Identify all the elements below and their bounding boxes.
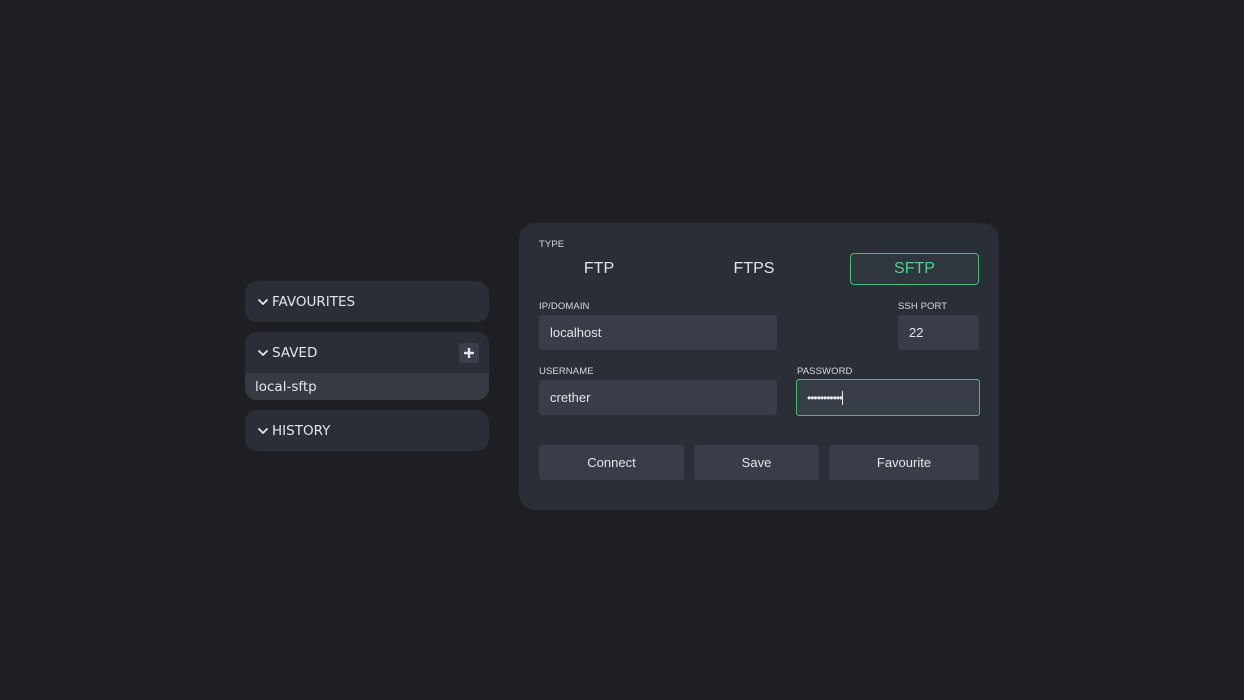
sidebar: FAVOURITES SAVED local-sftp HISTORY bbox=[245, 281, 489, 461]
chevron-down-icon bbox=[257, 425, 269, 437]
favourites-header[interactable]: FAVOURITES bbox=[245, 281, 489, 322]
favourites-label: FAVOURITES bbox=[272, 293, 356, 310]
history-label: HISTORY bbox=[272, 422, 331, 439]
type-label: TYPE bbox=[539, 239, 565, 250]
saved-header[interactable]: SAVED bbox=[245, 332, 489, 373]
password-label: PASSWORD bbox=[797, 366, 853, 377]
saved-section: SAVED local-sftp bbox=[245, 332, 489, 400]
text-caret bbox=[842, 390, 844, 405]
chevron-down-icon bbox=[257, 296, 269, 308]
saved-label: SAVED bbox=[272, 344, 318, 361]
type-sftp-button[interactable]: SFTP bbox=[850, 253, 979, 285]
host-value: localhost bbox=[550, 325, 602, 340]
history-section: HISTORY bbox=[245, 410, 489, 451]
port-label: SSH PORT bbox=[898, 301, 948, 312]
port-value: 22 bbox=[909, 325, 924, 340]
plus-icon bbox=[464, 347, 474, 358]
type-ftp-button[interactable]: FTP bbox=[539, 253, 659, 285]
username-label: USERNAME bbox=[539, 366, 594, 377]
favourites-section: FAVOURITES bbox=[245, 281, 489, 322]
username-value: crether bbox=[550, 390, 591, 405]
connect-button[interactable]: Connect bbox=[539, 445, 684, 480]
host-label: IP/DOMAIN bbox=[539, 301, 590, 312]
app-root: FAVOURITES SAVED local-sftp HISTORY TYPE… bbox=[0, 0, 1244, 700]
password-value: ••••••••••• bbox=[807, 390, 843, 405]
password-input[interactable]: ••••••••••• bbox=[796, 379, 980, 416]
saved-item-local-sftp[interactable]: local-sftp bbox=[255, 373, 479, 400]
add-saved-button[interactable] bbox=[459, 342, 479, 363]
save-button[interactable]: Save bbox=[694, 445, 819, 480]
saved-list: local-sftp bbox=[245, 373, 489, 400]
username-input[interactable]: crether bbox=[539, 380, 777, 415]
type-ftps-button[interactable]: FTPS bbox=[694, 253, 814, 285]
connection-panel: TYPE FTP FTPS SFTP IP/DOMAIN localhost S… bbox=[519, 223, 999, 510]
favourite-button[interactable]: Favourite bbox=[829, 445, 979, 480]
host-input[interactable]: localhost bbox=[539, 315, 777, 350]
history-header[interactable]: HISTORY bbox=[245, 410, 489, 451]
port-input[interactable]: 22 bbox=[898, 315, 979, 350]
chevron-down-icon bbox=[257, 347, 269, 359]
